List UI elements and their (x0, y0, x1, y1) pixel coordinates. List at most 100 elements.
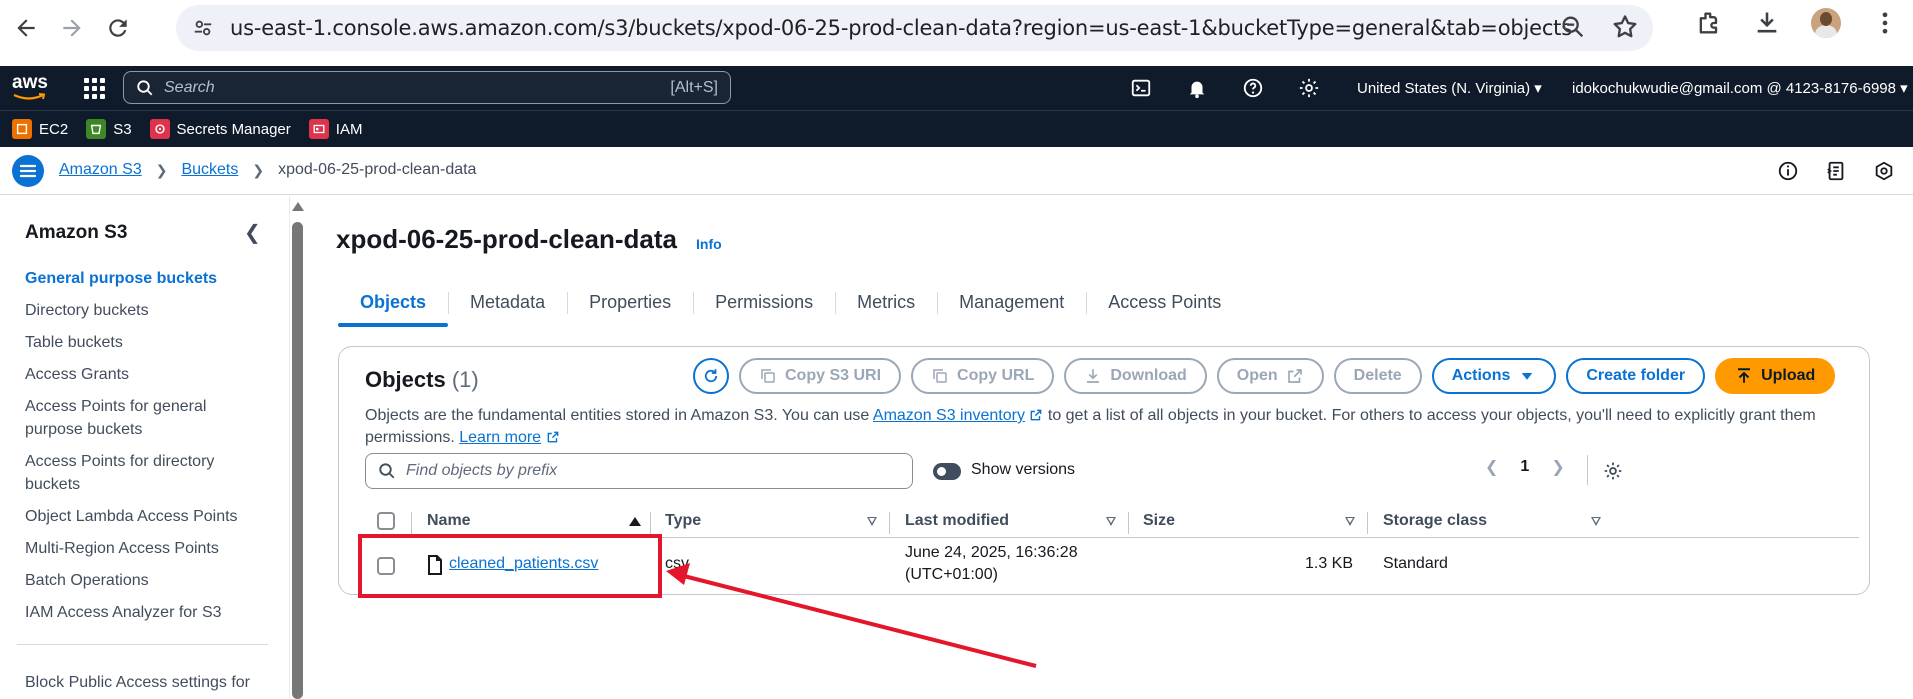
tab-permissions[interactable]: Permissions (693, 280, 835, 325)
feedback-panel-icon[interactable] (1825, 160, 1847, 182)
objects-heading: Objects (1) (365, 367, 479, 393)
cloudshell-icon[interactable] (1130, 77, 1152, 99)
sidebar-item-multi-region[interactable]: Multi-Region Access Points (25, 537, 255, 560)
column-name[interactable]: Name (427, 512, 471, 530)
ec2-icon (12, 119, 32, 139)
tab-metrics[interactable]: Metrics (835, 280, 937, 325)
chevron-left-icon[interactable]: ❮ (1485, 457, 1498, 477)
object-size: 1.3 KB (1304, 555, 1353, 572)
delete-label: Delete (1353, 367, 1402, 384)
actions-dropdown[interactable]: Actions (1431, 358, 1557, 394)
region-selector[interactable]: United States (N. Virginia) ▾ (1357, 79, 1542, 97)
chevron-right-icon[interactable]: ❯ (1551, 457, 1564, 477)
forward-button[interactable] (52, 8, 92, 48)
sidebar-item-object-lambda[interactable]: Object Lambda Access Points (25, 505, 255, 528)
help-icon[interactable] (1242, 77, 1264, 99)
reload-button[interactable] (98, 8, 138, 48)
tab-properties[interactable]: Properties (567, 280, 693, 325)
preferences-gear-icon[interactable] (1603, 461, 1623, 481)
refresh-button[interactable] (693, 358, 729, 394)
copy-s3-uri-label: Copy S3 URI (785, 367, 882, 384)
aws-search-input[interactable]: Search [Alt+S] (123, 71, 731, 104)
breadcrumb-amazon-s3[interactable]: Amazon S3 (59, 161, 142, 179)
upload-button[interactable]: Upload (1715, 358, 1836, 394)
site-info-icon[interactable] (188, 13, 218, 43)
breadcrumb-buckets[interactable]: Buckets (181, 161, 238, 179)
sidebar-item-general-purpose-buckets[interactable]: General purpose buckets (25, 267, 255, 290)
download-button[interactable]: Download (1064, 358, 1207, 394)
tab-objects[interactable]: Objects (338, 280, 449, 327)
sidebar-item-access-grants[interactable]: Access Grants (25, 363, 255, 386)
sort-ascending-icon[interactable] (629, 517, 641, 526)
favorite-iam[interactable]: IAM (308, 119, 362, 139)
page-number[interactable]: 1 (1520, 458, 1529, 476)
s3-icon (86, 119, 107, 139)
bucket-tabs: Objects Metadata Properties Permissions … (338, 280, 1243, 327)
menu-kebab-icon[interactable] (1871, 9, 1899, 37)
column-size[interactable]: Size (1143, 512, 1175, 530)
sidebar-item-access-points-general[interactable]: Access Points for general purpose bucket… (25, 395, 255, 441)
sidebar-scroll-thumb[interactable] (292, 222, 303, 699)
extensions-icon[interactable] (1695, 9, 1723, 37)
create-folder-button[interactable]: Create folder (1566, 358, 1706, 394)
sidebar-item-access-points-directory[interactable]: Access Points for directory buckets (25, 450, 255, 496)
notifications-bell-icon[interactable] (1186, 77, 1208, 99)
copy-icon (933, 369, 947, 383)
sort-icon[interactable] (1345, 517, 1355, 526)
copy-icon (761, 369, 775, 383)
refresh-icon (704, 369, 718, 383)
favorite-secrets-manager[interactable]: Secrets Manager (149, 119, 291, 139)
scroll-up-arrow-icon[interactable] (292, 202, 304, 211)
zoom-icon[interactable] (1559, 13, 1587, 41)
column-storage-class[interactable]: Storage class (1383, 512, 1487, 530)
favorite-s3[interactable]: S3 (86, 119, 132, 139)
tab-management[interactable]: Management (937, 280, 1086, 325)
delete-button[interactable]: Delete (1333, 358, 1422, 394)
chevron-left-icon[interactable]: ❮ (244, 220, 261, 245)
info-link[interactable]: Info (696, 236, 722, 252)
settings-gear-icon[interactable] (1298, 77, 1320, 99)
download-label: Download (1110, 367, 1187, 384)
sidebar-item-table-buckets[interactable]: Table buckets (25, 331, 255, 354)
column-last-modified[interactable]: Last modified (905, 512, 1009, 530)
open-button[interactable]: Open (1216, 358, 1324, 394)
copy-url-button[interactable]: Copy URL (911, 358, 1055, 394)
sort-icon[interactable] (1106, 517, 1116, 526)
bookmark-star-icon[interactable] (1611, 13, 1639, 41)
tab-access-points[interactable]: Access Points (1086, 280, 1243, 325)
inventory-link[interactable]: Amazon S3 inventory (873, 407, 1025, 424)
find-objects-input[interactable]: Find objects by prefix (365, 453, 913, 489)
column-type[interactable]: Type (665, 512, 701, 530)
upload-icon (1738, 368, 1751, 383)
hexagon-settings-icon[interactable] (1873, 160, 1895, 182)
profile-avatar[interactable] (1811, 8, 1841, 38)
sidebar-item-directory-buckets[interactable]: Directory buckets (25, 299, 255, 322)
select-all-checkbox[interactable] (377, 512, 395, 530)
aws-logo[interactable]: aws (12, 72, 52, 102)
sort-icon[interactable] (1591, 517, 1601, 526)
show-versions-toggle[interactable] (933, 463, 961, 480)
learn-more-link[interactable]: Learn more (459, 429, 541, 446)
column-divider (889, 512, 890, 534)
info-circle-icon[interactable] (1777, 160, 1799, 182)
search-placeholder: Search (164, 78, 215, 96)
services-grid-icon[interactable] (84, 78, 105, 99)
sidebar-item-batch-operations[interactable]: Batch Operations (25, 569, 255, 592)
download-icon[interactable] (1753, 9, 1781, 37)
sidebar-nav: General purpose buckets Directory bucket… (25, 267, 255, 633)
account-menu[interactable]: idokochukwudie@gmail.com @ 4123-8176-699… (1572, 79, 1908, 97)
breadcrumb-current: xpod-06-25-prod-clean-data (278, 161, 477, 178)
address-bar[interactable]: us-east-1.console.aws.amazon.com/s3/buck… (176, 5, 1653, 51)
browser-toolbar: us-east-1.console.aws.amazon.com/s3/buck… (0, 0, 1913, 56)
side-nav-toggle[interactable] (12, 155, 44, 187)
url-text: us-east-1.console.aws.amazon.com/s3/buck… (230, 16, 1572, 40)
tab-metadata[interactable]: Metadata (448, 280, 567, 325)
favorite-ec2[interactable]: EC2 (12, 119, 68, 139)
external-link-icon (1031, 409, 1042, 421)
copy-s3-uri-button[interactable]: Copy S3 URI (739, 358, 902, 394)
sidebar-item-block-public-access[interactable]: Block Public Access settings for (25, 674, 250, 692)
back-button[interactable] (6, 8, 46, 48)
external-link-icon (547, 431, 558, 443)
sort-icon[interactable] (867, 517, 877, 526)
sidebar-item-iam-access-analyzer[interactable]: IAM Access Analyzer for S3 (25, 601, 255, 624)
